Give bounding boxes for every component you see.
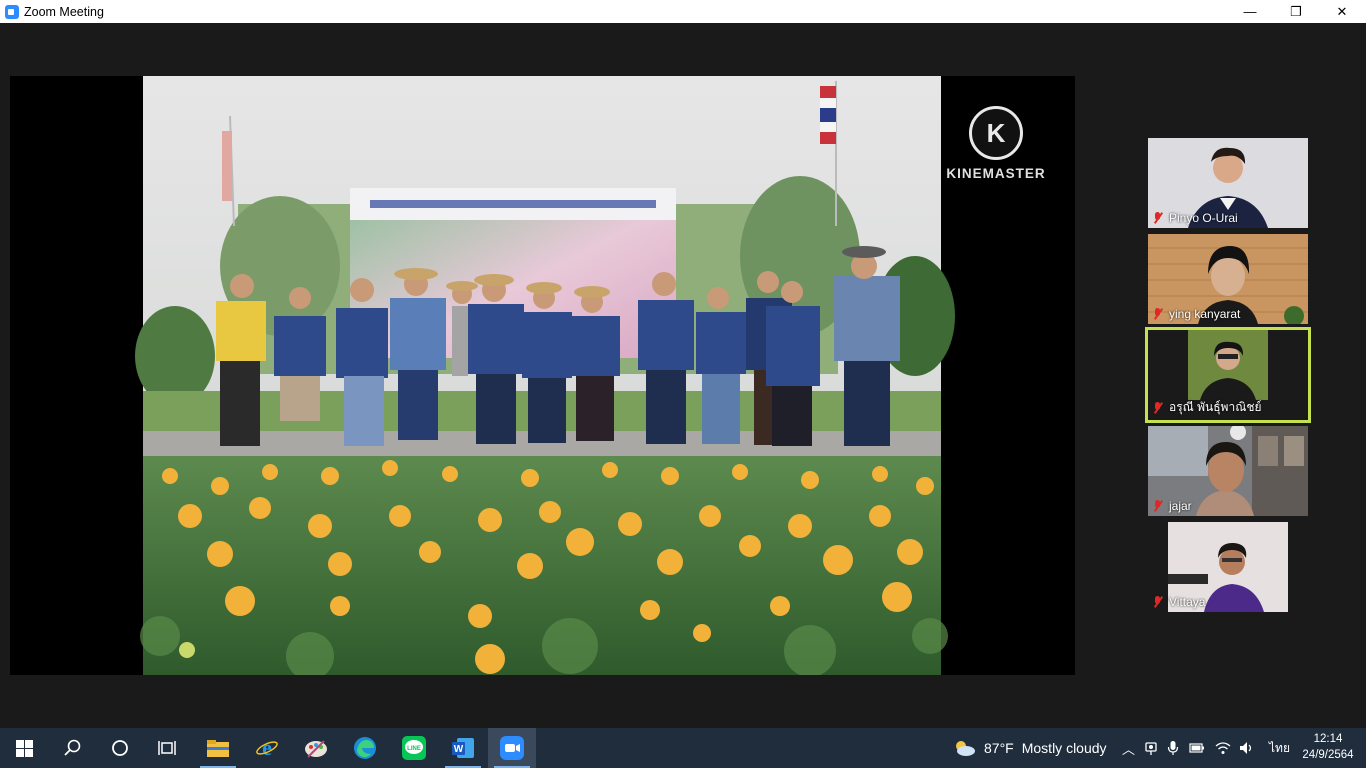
kinemaster-watermark: K KINEMASTER (946, 106, 1046, 181)
start-button[interactable] (0, 728, 48, 768)
taskbar-clock[interactable]: 12:14 24/9/2564 (1296, 731, 1360, 763)
weather-condition: Mostly cloudy (1021, 740, 1107, 756)
windows-start-icon (15, 739, 33, 757)
edge-icon (354, 737, 376, 759)
window-title: Zoom Meeting (24, 4, 104, 19)
minimize-icon: — (1243, 4, 1257, 19)
weather-cloudy-icon (956, 741, 975, 756)
svg-text:e: e (262, 736, 272, 760)
weather-widget[interactable]: 87°F Mostly cloudy (952, 728, 1107, 768)
title-bar: Zoom Meeting — ❐ ✕ (0, 0, 1366, 23)
task-view-icon (158, 741, 176, 755)
minimize-button[interactable]: — (1227, 0, 1273, 23)
word-taskbar-button[interactable]: W (439, 728, 487, 768)
microphone-icon[interactable] (1167, 740, 1179, 756)
weather-temperature: 87°F (984, 740, 1014, 756)
participant-label: ying kanyarat (1152, 307, 1240, 321)
participant-name: Pinyo O-Urai (1169, 211, 1238, 225)
clock-date: 24/9/2564 (1302, 749, 1354, 761)
task-view-button[interactable] (144, 728, 192, 768)
zoom-app-icon (5, 4, 19, 19)
file-explorer-icon (207, 740, 229, 757)
meeting-area: K KINEMASTER Pinyo O-Urai ying kanyarat … (0, 23, 1366, 728)
internet-explorer-taskbar-button[interactable]: e (243, 728, 291, 768)
participant-tile[interactable]: ying kanyarat (1148, 234, 1308, 324)
microphone-muted-icon (1152, 212, 1163, 224)
wifi-icon[interactable] (1215, 741, 1231, 755)
speaker-volume-icon[interactable] (1239, 741, 1255, 755)
search-icon (64, 739, 81, 756)
edge-taskbar-button[interactable] (341, 728, 389, 768)
word-icon: W (452, 738, 474, 758)
internet-explorer-icon: e (256, 736, 278, 760)
participant-name: Vittaya (1169, 595, 1206, 609)
search-button[interactable] (48, 728, 96, 768)
battery-icon[interactable] (1189, 742, 1205, 754)
cortana-icon (112, 740, 128, 756)
microphone-muted-icon (1152, 500, 1163, 512)
participant-label: jajar (1152, 499, 1192, 513)
participant-label: Pinyo O-Urai (1152, 211, 1238, 225)
windows-taskbar: e LINE W 87°F Mostly cloudy ︿ ไทย 12:14 … (0, 728, 1366, 768)
webcam-icon[interactable] (1145, 740, 1157, 756)
cortana-button[interactable] (96, 728, 144, 768)
chevron-up-icon[interactable]: ︿ (1122, 739, 1135, 758)
microphone-muted-icon (1152, 596, 1163, 608)
kinemaster-text: KINEMASTER (946, 166, 1046, 181)
participant-tile[interactable]: jajar (1148, 426, 1308, 516)
participant-label: Vittaya (1152, 595, 1205, 609)
restore-icon: ❐ (1290, 3, 1302, 19)
close-icon: ✕ (1336, 3, 1348, 19)
shared-photo (135, 76, 955, 675)
paint-taskbar-button[interactable] (292, 728, 340, 768)
participant-name: อรุณี พันธุ์พาณิชย์ (1169, 400, 1262, 414)
zoom-taskbar-button[interactable] (488, 728, 536, 768)
kinemaster-logo-icon: K (969, 106, 1023, 160)
participant-name: ying kanyarat (1169, 307, 1241, 321)
shared-screen[interactable]: K KINEMASTER (10, 76, 1075, 675)
system-tray: ︿ ไทย (1122, 728, 1290, 768)
restore-button[interactable]: ❐ (1273, 0, 1319, 23)
microphone-muted-icon (1152, 401, 1163, 414)
zoom-icon (500, 736, 524, 760)
paint-icon (305, 740, 327, 758)
participant-name: jajar (1169, 499, 1192, 513)
close-button[interactable]: ✕ (1319, 0, 1365, 23)
clock-time: 12:14 (1313, 733, 1343, 745)
participant-label: อรุณี พันธุ์พาณิชย์ (1152, 398, 1262, 417)
svg-text:W: W (454, 744, 464, 755)
file-explorer-taskbar-button[interactable] (194, 728, 242, 768)
line-icon: LINE (402, 736, 426, 760)
participant-tile-active-speaker[interactable]: อรุณี พันธุ์พาณิชย์ (1145, 327, 1311, 423)
svg-text:LINE: LINE (407, 746, 421, 752)
microphone-muted-icon (1152, 308, 1163, 320)
input-language-indicator[interactable]: ไทย (1269, 739, 1290, 758)
participant-tile[interactable]: Vittaya (1148, 522, 1308, 612)
line-taskbar-button[interactable]: LINE (390, 728, 438, 768)
participant-tile[interactable]: Pinyo O-Urai (1148, 138, 1308, 228)
